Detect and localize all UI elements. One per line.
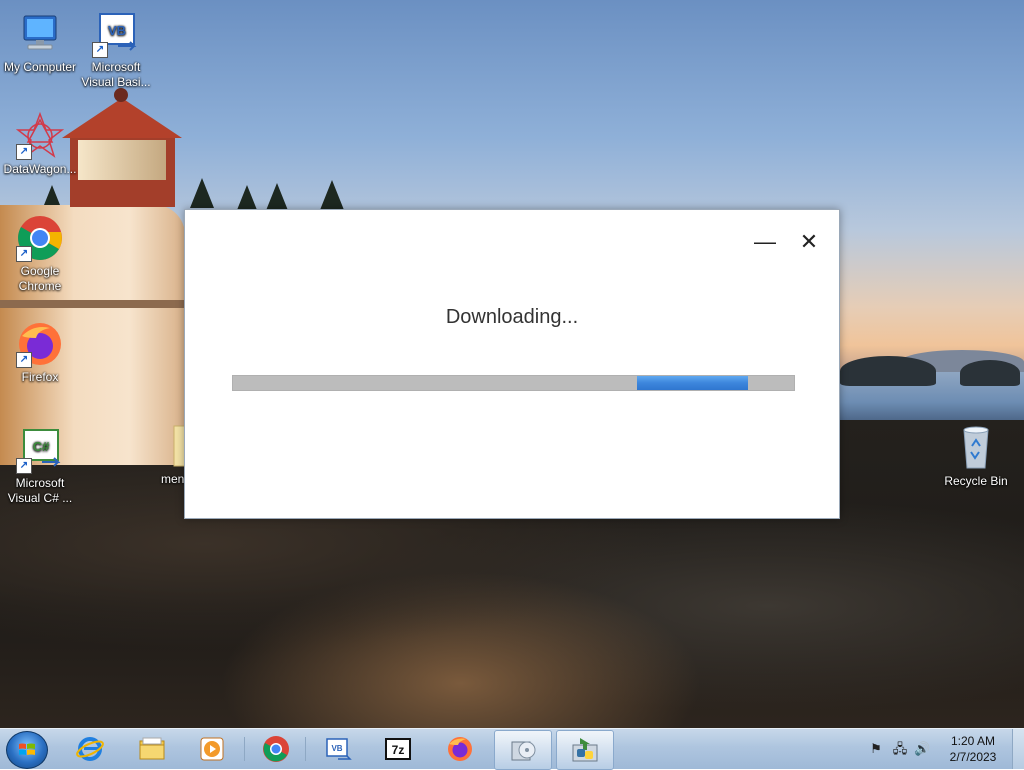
desktop-icon-visual-basic[interactable]: VB ↗ Microsoft Visual Basi... xyxy=(76,10,156,90)
computer-icon xyxy=(16,10,64,58)
internet-explorer-icon xyxy=(76,737,104,761)
chrome-icon: ↗ xyxy=(16,214,64,262)
shortcut-arrow-icon: ↗ xyxy=(16,352,32,368)
shortcut-arrow-icon: ↗ xyxy=(16,246,32,262)
desktop-icon-firefox[interactable]: ↗ Firefox xyxy=(0,320,80,385)
lighthouse-band xyxy=(0,300,185,308)
download-dialog: — ✕ Downloading... xyxy=(184,209,840,519)
lighthouse-glass xyxy=(78,140,166,180)
svg-text:VB: VB xyxy=(108,23,126,38)
taskbar-item-visual-basic[interactable]: VB xyxy=(310,730,366,768)
close-icon: ✕ xyxy=(799,229,819,254)
taskbar-item-file-explorer[interactable] xyxy=(124,730,180,768)
taskbar-item-internet-explorer[interactable] xyxy=(62,730,118,768)
progress-bar-chunk xyxy=(636,376,748,390)
desktop-icon-label: Microsoft Visual Basi... xyxy=(81,60,151,89)
recycle-bin-icon xyxy=(952,424,1000,472)
desktop-icon-my-computer[interactable]: My Computer xyxy=(0,10,80,75)
datawagon-icon: ↗ xyxy=(15,111,65,160)
wallpaper-tree xyxy=(190,178,214,208)
start-button[interactable] xyxy=(6,731,48,769)
firefox-icon xyxy=(448,737,472,761)
svg-text:C#: C# xyxy=(33,439,50,454)
taskbar-separator xyxy=(305,737,306,761)
desktop-icon-label: men xyxy=(161,472,185,486)
python-installer-icon xyxy=(572,738,598,762)
progress-bar xyxy=(232,375,795,391)
desktop-icon-label: Microsoft Visual C# ... xyxy=(7,476,73,505)
minimize-icon: — xyxy=(754,229,776,254)
visual-csharp-icon: C# ↗ xyxy=(16,426,64,474)
taskbar-item-media-player[interactable] xyxy=(184,730,240,768)
wallpaper-island xyxy=(960,360,1020,386)
desktop-icon-visual-csharp[interactable]: C# ↗ Microsoft Visual C# ... xyxy=(0,426,80,506)
desktop-icon-label: Google Chrome xyxy=(18,264,62,293)
taskbar-item-installer-disc[interactable] xyxy=(494,730,552,770)
visual-basic-icon: VB ↗ xyxy=(92,10,140,58)
show-desktop-button[interactable] xyxy=(1012,729,1024,769)
taskbar-item-7zip[interactable]: 7z xyxy=(370,730,426,768)
taskbar-item-firefox[interactable] xyxy=(432,730,488,768)
desktop-icon-datawagon[interactable]: ↗ DataWagon... xyxy=(0,111,80,177)
lighthouse-finial xyxy=(114,88,128,102)
desktop-icon-label: Recycle Bin xyxy=(944,474,1008,488)
minimize-button[interactable]: — xyxy=(747,228,783,256)
lighthouse-roof xyxy=(62,98,182,138)
desktop-icon-recycle-bin[interactable]: Recycle Bin xyxy=(936,424,1016,489)
wallpaper-island xyxy=(840,356,936,386)
shortcut-arrow-icon: ↗ xyxy=(16,458,32,474)
windows-logo-icon xyxy=(19,743,35,755)
media-player-icon xyxy=(200,737,224,761)
taskbar: VB 7z ⚑ 🖧 🔊 1:20 AM 2/7/2023 xyxy=(0,728,1024,770)
desktop-icon-label: Firefox xyxy=(21,370,59,384)
close-button[interactable]: ✕ xyxy=(791,228,827,256)
desktop-icon-label: My Computer xyxy=(3,60,77,74)
desktop-icon-google-chrome[interactable]: ↗ Google Chrome xyxy=(0,214,80,294)
network-icon[interactable]: 🖧 xyxy=(892,741,908,757)
clock-date: 2/7/2023 xyxy=(949,750,997,764)
taskbar-separator xyxy=(244,737,245,761)
volume-icon[interactable]: 🔊 xyxy=(914,741,930,757)
taskbar-clock[interactable]: 1:20 AM 2/7/2023 xyxy=(938,733,1008,765)
status-text: Downloading... xyxy=(445,306,579,328)
file-explorer-icon xyxy=(139,737,165,760)
shortcut-arrow-icon: ↗ xyxy=(16,144,32,160)
wallpaper-tree xyxy=(320,180,344,210)
firefox-icon: ↗ xyxy=(16,320,64,368)
clock-time: 1:20 AM xyxy=(950,734,996,748)
taskbar-item-chrome[interactable] xyxy=(248,730,304,768)
visual-basic-icon: VB xyxy=(326,738,352,760)
taskbar-item-python-installer[interactable] xyxy=(556,730,614,770)
svg-text:VB: VB xyxy=(331,744,342,753)
chrome-icon xyxy=(263,736,289,762)
7zip-icon: 7z xyxy=(385,738,411,760)
installer-disc-icon xyxy=(511,741,536,761)
svg-text:7z: 7z xyxy=(392,743,405,757)
action-center-flag-icon[interactable]: ⚑ xyxy=(868,741,884,757)
desktop-icon-label: DataWagon... xyxy=(3,162,77,176)
shortcut-arrow-icon: ↗ xyxy=(92,42,108,58)
